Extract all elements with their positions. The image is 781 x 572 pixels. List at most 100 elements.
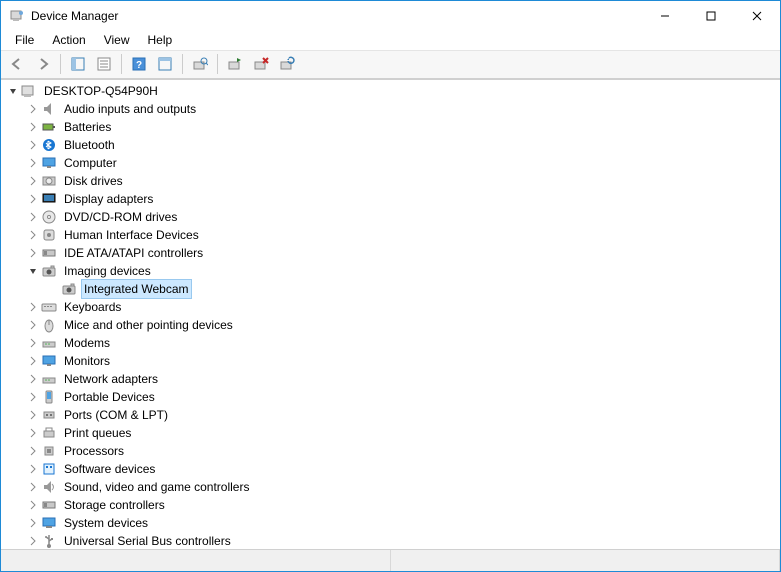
tree-root[interactable]: DESKTOP-Q54P90H	[1, 82, 780, 100]
tree-category[interactable]: Monitors	[1, 352, 780, 370]
expand-icon[interactable]	[25, 425, 41, 441]
tree-category[interactable]: Print queues	[1, 424, 780, 442]
scan-hardware-button[interactable]	[275, 52, 299, 76]
expand-icon[interactable]	[25, 371, 41, 387]
tree-device[interactable]: Integrated Webcam	[1, 280, 780, 298]
port-icon	[41, 407, 57, 423]
properties-button[interactable]	[92, 52, 116, 76]
sound-icon	[41, 479, 57, 495]
monitor-icon	[41, 353, 57, 369]
help-button[interactable]: ?	[127, 52, 151, 76]
titlebar[interactable]: Device Manager	[1, 1, 780, 31]
expand-icon[interactable]	[25, 101, 41, 117]
tree-category[interactable]: Portable Devices	[1, 388, 780, 406]
tree-item-label: Print queues	[61, 424, 134, 442]
expand-icon[interactable]	[25, 209, 41, 225]
expand-icon[interactable]	[25, 497, 41, 513]
tree-category[interactable]: System devices	[1, 514, 780, 532]
expand-icon[interactable]	[25, 137, 41, 153]
back-button[interactable]	[5, 52, 29, 76]
expand-icon[interactable]	[25, 119, 41, 135]
tree-item-label: Modems	[61, 334, 113, 352]
tree-category[interactable]: Audio inputs and outputs	[1, 100, 780, 118]
expand-icon[interactable]	[25, 443, 41, 459]
tree-category[interactable]: Bluetooth	[1, 136, 780, 154]
minimize-button[interactable]	[642, 1, 688, 31]
tree-item-label: Integrated Webcam	[81, 279, 192, 299]
tree-category[interactable]: Keyboards	[1, 298, 780, 316]
tree-item-label: Computer	[61, 154, 120, 172]
tree-item-label: Processors	[61, 442, 127, 460]
expand-icon[interactable]	[25, 227, 41, 243]
tree-category[interactable]: IDE ATA/ATAPI controllers	[1, 244, 780, 262]
mouse-icon	[41, 317, 57, 333]
tree-category[interactable]: Imaging devices	[1, 262, 780, 280]
expand-icon[interactable]	[25, 479, 41, 495]
tree-item-label: DESKTOP-Q54P90H	[41, 82, 161, 100]
tree-item-label: System devices	[61, 514, 151, 532]
menu-action[interactable]: Action	[44, 31, 93, 49]
dvd-icon	[41, 209, 57, 225]
tree-category[interactable]: Sound, video and game controllers	[1, 478, 780, 496]
menu-view[interactable]: View	[96, 31, 138, 49]
enable-device-button[interactable]	[223, 52, 247, 76]
tree-category[interactable]: Display adapters	[1, 190, 780, 208]
device-tree[interactable]: DESKTOP-Q54P90HAudio inputs and outputsB…	[1, 80, 780, 549]
tree-item-label: Software devices	[61, 460, 158, 478]
portable-icon	[41, 389, 57, 405]
close-button[interactable]	[734, 1, 780, 31]
tree-category[interactable]: Human Interface Devices	[1, 226, 780, 244]
tree-category[interactable]: Processors	[1, 442, 780, 460]
expand-icon[interactable]	[25, 389, 41, 405]
statusbar	[1, 549, 780, 571]
expand-icon[interactable]	[25, 245, 41, 261]
tree-category[interactable]: Universal Serial Bus controllers	[1, 532, 780, 549]
content-area: DESKTOP-Q54P90HAudio inputs and outputsB…	[1, 79, 780, 549]
tree-category[interactable]: Software devices	[1, 460, 780, 478]
expand-icon[interactable]	[5, 83, 21, 99]
expand-icon[interactable]	[45, 281, 61, 297]
expand-icon[interactable]	[25, 533, 41, 549]
tree-category[interactable]: Modems	[1, 334, 780, 352]
tree-category[interactable]: Disk drives	[1, 172, 780, 190]
expand-icon[interactable]	[25, 407, 41, 423]
show-hide-tree-button[interactable]	[66, 52, 90, 76]
tree-category[interactable]: Mice and other pointing devices	[1, 316, 780, 334]
expand-icon[interactable]	[25, 155, 41, 171]
display-icon	[41, 191, 57, 207]
modem-icon	[41, 335, 57, 351]
tree-category[interactable]: Storage controllers	[1, 496, 780, 514]
tree-item-label: Network adapters	[61, 370, 161, 388]
expand-icon[interactable]	[25, 353, 41, 369]
expand-icon[interactable]	[25, 317, 41, 333]
menu-file[interactable]: File	[7, 31, 42, 49]
hid-icon	[41, 227, 57, 243]
forward-button[interactable]	[31, 52, 55, 76]
tree-category[interactable]: DVD/CD-ROM drives	[1, 208, 780, 226]
menu-help[interactable]: Help	[140, 31, 181, 49]
expand-icon[interactable]	[25, 335, 41, 351]
tree-item-label: Display adapters	[61, 190, 156, 208]
expand-icon[interactable]	[25, 515, 41, 531]
audio-icon	[41, 101, 57, 117]
update-driver-button[interactable]	[188, 52, 212, 76]
battery-icon	[41, 119, 57, 135]
expand-icon[interactable]	[25, 263, 41, 279]
expand-icon[interactable]	[25, 173, 41, 189]
expand-icon[interactable]	[25, 461, 41, 477]
tree-category[interactable]: Batteries	[1, 118, 780, 136]
usb-icon	[41, 533, 57, 549]
network-icon	[41, 371, 57, 387]
tree-item-label: Portable Devices	[61, 388, 158, 406]
tree-category[interactable]: Network adapters	[1, 370, 780, 388]
expand-icon[interactable]	[25, 191, 41, 207]
tree-category[interactable]: Computer	[1, 154, 780, 172]
tree-item-label: Disk drives	[61, 172, 126, 190]
uninstall-device-button[interactable]	[249, 52, 273, 76]
action-2-button[interactable]	[153, 52, 177, 76]
maximize-button[interactable]	[688, 1, 734, 31]
expand-icon[interactable]	[25, 299, 41, 315]
tree-category[interactable]: Ports (COM & LPT)	[1, 406, 780, 424]
webcam-icon	[61, 281, 77, 297]
tree-item-label: Audio inputs and outputs	[61, 100, 199, 118]
